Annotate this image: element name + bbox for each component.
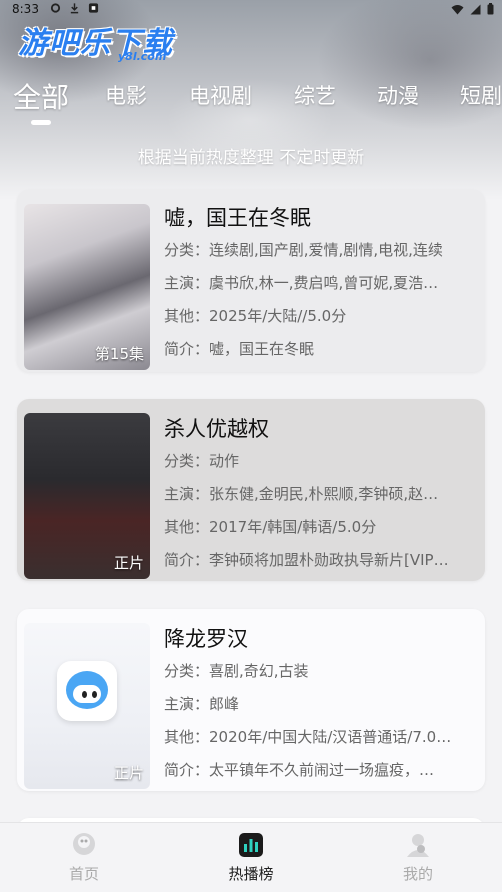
wifi-icon [451,4,464,14]
gear-icon [50,3,61,13]
item-other: 其他：2020年/中国大陆/汉语普通话/7.0… [164,728,452,746]
item-intro: 简介：李钟硕将加盟朴勋政执导新片[VIP… [164,551,449,569]
app-notification-icon [88,3,99,13]
item-category: 分类：喜剧,奇幻,古装 [164,662,309,680]
logo-domain: y8l.com [118,50,167,63]
home-icon [73,833,95,855]
nav-profile[interactable]: 我的 [368,831,468,884]
episode-badge: 正片 [113,554,144,572]
list-item[interactable]: 第15集 嘘，国王在冬眠 分类：连续剧,国产剧,爱情,剧情,电视,连续 主演：虞… [17,190,485,372]
item-cast: 主演：郎峰 [164,695,240,713]
item-category: 分类：动作 [164,452,240,470]
item-category: 分类：连续剧,国产剧,爱情,剧情,电视,连续 [164,241,443,259]
notification-icons [50,2,99,14]
tab-tv-series[interactable]: 电视剧 [189,80,252,110]
item-cast: 主演：张东健,金明民,朴熙顺,李钟硕,赵… [164,485,439,503]
item-title: 嘘，国王在冬眠 [164,206,311,230]
poster-image: 正片 [24,623,150,789]
update-notice: 根据当前热度整理 不定时更新 [137,148,365,168]
battery-icon [487,3,494,15]
signal-icon [470,4,481,14]
tab-all[interactable]: 全部 [13,80,69,116]
tab-anime[interactable]: 动漫 [377,80,419,110]
item-other: 其他：2017年/韩国/韩语/5.0分 [164,518,377,536]
system-icons [451,3,494,15]
item-intro: 简介：太平镇年不久前闹过一场瘟疫，… [164,761,435,779]
app-logo: 游吧乐下载 y8l.com [18,18,173,63]
item-cast: 主演：虞书欣,林一,费启鸣,曾可妮,夏浩… [164,274,439,292]
list-item[interactable]: 正片 降龙罗汉 分类：喜剧,奇幻,古装 主演：郎峰 其他：2020年/中国大陆/… [17,609,485,791]
tab-short-drama[interactable]: 短剧 [460,80,502,110]
tab-movies[interactable]: 电影 [105,80,147,110]
nav-home[interactable]: 首页 [34,831,134,884]
item-other: 其他：2025年/大陆//5.0分 [164,307,347,325]
episode-badge: 第15集 [94,345,144,363]
bottom-navigation: 首页 热播榜 我的 [0,822,502,892]
episode-badge: 正片 [113,764,144,782]
list-item[interactable]: 正片 杀人优越权 分类：动作 主演：张东健,金明民,朴熙顺,李钟硕,赵… 其他：… [17,399,485,581]
item-title: 降龙罗汉 [164,627,248,651]
download-icon [70,3,79,14]
placeholder-app-icon [57,661,117,721]
profile-icon [407,834,429,857]
nav-hot-list[interactable]: 热播榜 [201,831,301,884]
item-intro: 简介：嘘，国王在冬眠 [164,340,315,358]
tab-variety[interactable]: 综艺 [294,80,336,110]
item-title: 杀人优越权 [164,417,269,441]
status-time: 8:33 [12,2,39,16]
tab-indicator [31,120,51,125]
chart-icon [239,833,263,857]
category-tabs: 全部 电影 电视剧 综艺 动漫 短剧 [0,80,502,124]
status-bar: 8:33 [0,0,502,20]
poster-image: 正片 [24,413,150,579]
poster-image: 第15集 [24,204,150,370]
